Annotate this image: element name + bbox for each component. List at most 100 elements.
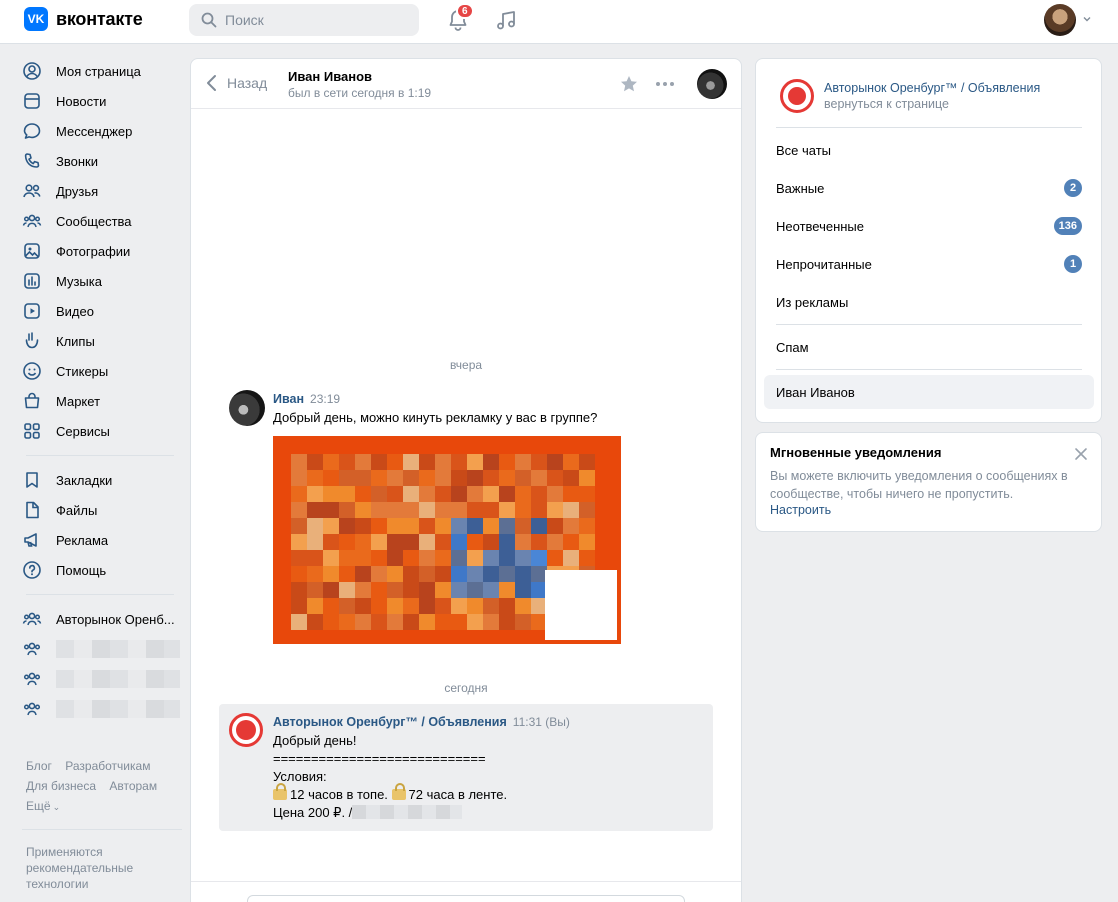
group-logo-icon bbox=[236, 720, 256, 740]
pixelated-cell bbox=[307, 582, 323, 598]
message-line: Добрый день! bbox=[273, 733, 357, 748]
pixelated-cell bbox=[403, 598, 419, 614]
sidebar-item-calls[interactable]: Звонки bbox=[22, 146, 182, 176]
pixelated-cell bbox=[435, 534, 451, 550]
pixelated-cell bbox=[451, 534, 467, 550]
pixelated-cell bbox=[499, 486, 515, 502]
sidebar-item-group[interactable]: Авторынок Оренб... bbox=[22, 604, 182, 634]
footer-link-authors[interactable]: Авторам bbox=[109, 779, 157, 793]
sidebar-item-clips[interactable]: Клипы bbox=[22, 326, 182, 356]
pixelated-cell bbox=[323, 518, 339, 534]
pixelated-cell bbox=[291, 454, 307, 470]
user-avatar[interactable] bbox=[1044, 4, 1076, 36]
pixelated-cell bbox=[451, 582, 467, 598]
pixelated-cell bbox=[467, 582, 483, 598]
folder-label: Важные bbox=[776, 180, 825, 196]
sidebar-item-friends[interactable]: Друзья bbox=[22, 176, 182, 206]
pixelated-cell bbox=[323, 486, 339, 502]
message-image-attachment[interactable] bbox=[273, 436, 621, 644]
pixelated-cell bbox=[307, 566, 323, 582]
sidebar-item-messenger[interactable]: Мессенджер bbox=[22, 116, 182, 146]
sidebar-item-files[interactable]: Файлы bbox=[22, 495, 182, 525]
folder-label: Неотвеченные bbox=[776, 218, 865, 234]
sidebar-item-stickers[interactable]: Стикеры bbox=[22, 356, 182, 386]
message-author[interactable]: Иван bbox=[273, 392, 304, 406]
folder-from-ads[interactable]: Из рекламы bbox=[764, 285, 1094, 319]
folder-spam[interactable]: Спам bbox=[764, 330, 1094, 364]
star-icon[interactable] bbox=[619, 74, 639, 94]
vk-logo[interactable]: VK вконтакте bbox=[24, 7, 143, 31]
panel-divider bbox=[776, 324, 1082, 325]
message-avatar[interactable] bbox=[229, 390, 265, 426]
footer-link-more[interactable]: Ещё bbox=[26, 799, 51, 813]
sidebar-item-label: Мессенджер bbox=[56, 123, 133, 139]
sidebar-item-services[interactable]: Сервисы bbox=[22, 416, 182, 446]
pixelated-cell bbox=[483, 470, 499, 486]
message-author[interactable]: Авторынок Оренбург™ / Объявления bbox=[273, 715, 507, 729]
message-time[interactable]: 23:19 bbox=[310, 392, 340, 406]
message-time[interactable]: 11:31 (Вы) bbox=[513, 715, 570, 729]
sidebar-item-photos[interactable]: Фотографии bbox=[22, 236, 182, 266]
pixelated-cell bbox=[339, 566, 355, 582]
sidebar-item-bookmarks[interactable]: Закладки bbox=[22, 465, 182, 495]
sidebar-item-video[interactable]: Видео bbox=[22, 296, 182, 326]
sidebar-item-news[interactable]: Новости bbox=[22, 86, 182, 116]
group-name-link[interactable]: Авторынок Оренбург™ / Объявления bbox=[824, 81, 1040, 95]
folder-important[interactable]: Важные 2 bbox=[764, 171, 1094, 205]
pixelated-cell bbox=[355, 566, 371, 582]
pixelated-cell bbox=[355, 614, 371, 630]
more-icon[interactable] bbox=[655, 74, 675, 94]
folder-unread[interactable]: Непрочитанные 1 bbox=[764, 247, 1094, 281]
music-icon[interactable] bbox=[494, 8, 518, 32]
lock-icon bbox=[273, 783, 287, 800]
sidebar-item-ads[interactable]: Реклама bbox=[22, 525, 182, 555]
sidebar-item-communities[interactable]: Сообщества bbox=[22, 206, 182, 236]
pixelated-cell bbox=[467, 534, 483, 550]
sidebar-item-label: Реклама bbox=[56, 532, 109, 548]
pixelated-cell bbox=[515, 470, 531, 486]
search-input[interactable] bbox=[225, 12, 405, 28]
communities-icon bbox=[23, 702, 41, 716]
pixelated-cell bbox=[451, 598, 467, 614]
notify-title: Мгновенные уведомления bbox=[770, 445, 942, 460]
footer-link-developers[interactable]: Разработчикам bbox=[65, 759, 150, 773]
pixelated-cell bbox=[403, 518, 419, 534]
sidebar-item-my-page[interactable]: Моя страница bbox=[22, 56, 182, 86]
composer-divider bbox=[191, 881, 741, 882]
pixelated-cell bbox=[339, 550, 355, 566]
active-chat-item[interactable]: Иван Иванов bbox=[764, 375, 1094, 409]
notification-count-badge: 6 bbox=[456, 3, 474, 19]
return-to-page-link[interactable]: вернуться к странице bbox=[824, 97, 949, 111]
pixelated-cell bbox=[339, 598, 355, 614]
sidebar-item-group-hidden[interactable] bbox=[22, 694, 182, 724]
blurred-label bbox=[56, 670, 180, 688]
footer-link-business[interactable]: Для бизнеса bbox=[26, 779, 96, 793]
message-input[interactable] bbox=[247, 895, 685, 902]
pixelated-cell bbox=[419, 486, 435, 502]
configure-link[interactable]: Настроить bbox=[770, 503, 831, 517]
footer-link-blog[interactable]: Блог bbox=[26, 759, 52, 773]
group-avatar[interactable] bbox=[229, 713, 263, 747]
sidebar-item-market[interactable]: Маркет bbox=[22, 386, 182, 416]
help-icon bbox=[23, 561, 41, 579]
pixelated-cell bbox=[467, 598, 483, 614]
pixelated-cell bbox=[355, 550, 371, 566]
sidebar-item-music[interactable]: Музыка bbox=[22, 266, 182, 296]
sidebar-item-group-hidden[interactable] bbox=[22, 664, 182, 694]
close-icon[interactable] bbox=[1074, 447, 1088, 461]
search-box[interactable] bbox=[189, 4, 419, 36]
footer-links: Блог Разработчикам Для бизнеса Авторам Е… bbox=[26, 756, 176, 817]
peer-avatar[interactable] bbox=[697, 69, 727, 99]
group-avatar[interactable] bbox=[780, 79, 814, 113]
folder-all-chats[interactable]: Все чаты bbox=[764, 133, 1094, 167]
folder-unanswered[interactable]: Неотвеченные 136 bbox=[764, 209, 1094, 243]
sidebar-item-group-hidden[interactable] bbox=[22, 634, 182, 664]
pixelated-cell bbox=[403, 502, 419, 518]
back-button[interactable]: Назад bbox=[205, 74, 267, 92]
peer-name[interactable]: Иван Иванов bbox=[288, 69, 372, 84]
chevron-down-icon[interactable] bbox=[1082, 14, 1092, 24]
pixelated-cell bbox=[307, 502, 323, 518]
sidebar-item-help[interactable]: Помощь bbox=[22, 555, 182, 585]
chat-panel: Назад Иван Иванов был в сети сегодня в 1… bbox=[190, 58, 742, 902]
recommendation-notice[interactable]: Применяются рекомендательные технологии bbox=[26, 844, 166, 892]
